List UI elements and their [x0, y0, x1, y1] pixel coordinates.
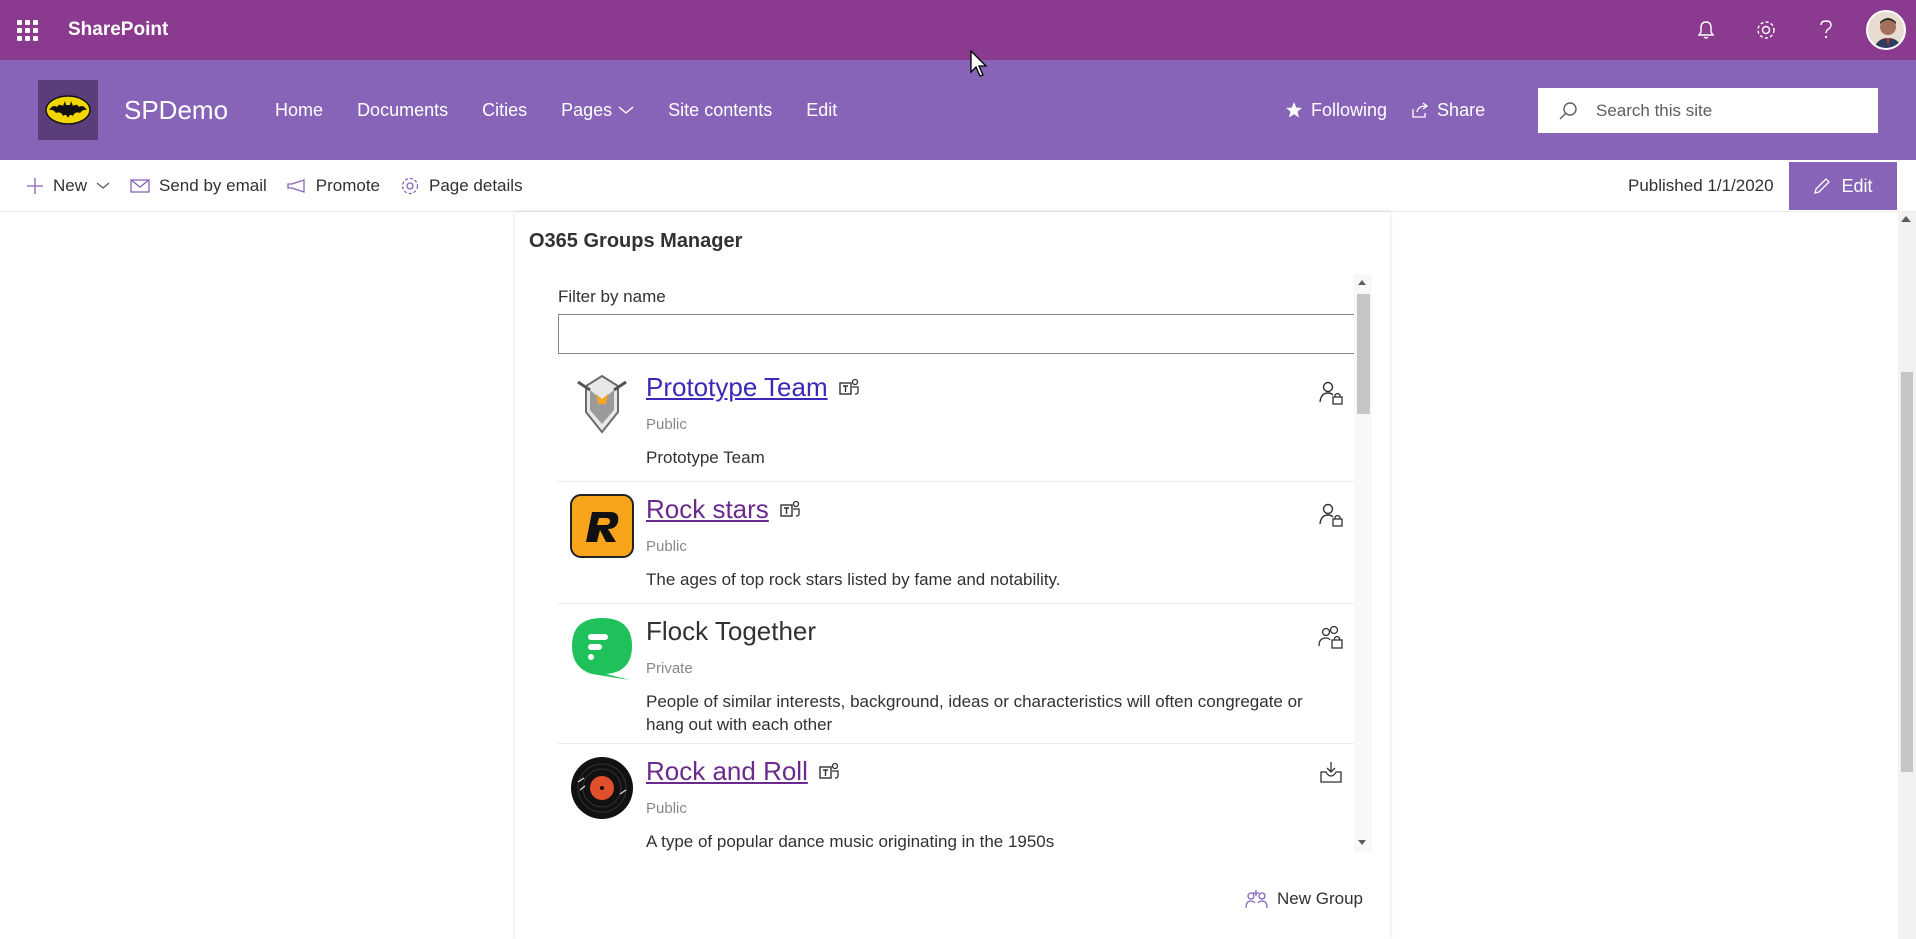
- site-header: SPDemo Home Documents Cities Pages Site …: [0, 60, 1916, 160]
- teams-icon: [780, 500, 800, 517]
- filter-label: Filter by name: [558, 287, 666, 306]
- list-scrollbar[interactable]: [1354, 274, 1372, 852]
- following-label: Following: [1311, 99, 1388, 120]
- site-search-box[interactable]: [1538, 88, 1878, 133]
- group-logo: [570, 494, 634, 558]
- megaphone-icon: [287, 178, 305, 193]
- group-logo: [572, 618, 632, 680]
- nav-edit[interactable]: Edit: [789, 100, 854, 121]
- group-description: A type of popular dance music originatin…: [646, 832, 1055, 851]
- following-button[interactable]: Following: [1285, 100, 1387, 121]
- group-privacy: Public: [646, 800, 687, 817]
- people-lock-icon[interactable]: [1318, 624, 1344, 650]
- groups-manager-webpart: O365 Groups Manager Filter by name Proto…: [515, 212, 1390, 939]
- published-status: Published 1/1/2020: [1628, 176, 1774, 195]
- pencil-icon: [1814, 178, 1831, 194]
- group-description: People of similar interests, background,…: [646, 692, 1303, 734]
- filter-input[interactable]: [558, 314, 1358, 354]
- suite-bar: SharePoint: [0, 0, 1916, 60]
- mail-icon: [130, 178, 150, 193]
- scroll-down-arrow[interactable]: [1358, 840, 1366, 845]
- group-privacy: Public: [646, 416, 687, 433]
- group-name: Prototype Team: [646, 372, 860, 403]
- group-name: Rock and Roll: [646, 756, 840, 787]
- help-icon[interactable]: [1796, 0, 1856, 60]
- group-link[interactable]: Rock stars: [646, 494, 769, 525]
- teams-icon: [838, 378, 859, 395]
- user-avatar[interactable]: [1866, 10, 1906, 50]
- group-description: Prototype Team: [646, 448, 765, 467]
- group-privacy: Private: [646, 660, 693, 677]
- plus-icon: [27, 177, 43, 194]
- send-by-email-button[interactable]: Send by email: [130, 176, 267, 196]
- new-group-button[interactable]: New Group: [1245, 888, 1363, 910]
- group-logo: [577, 374, 627, 434]
- gear-icon: [401, 177, 419, 194]
- chevron-down-icon: [618, 106, 634, 114]
- search-icon: [1559, 101, 1577, 119]
- scroll-up-arrow[interactable]: [1358, 280, 1366, 285]
- group-item: Rock stars Public The ages of top rock s…: [558, 482, 1358, 604]
- site-title[interactable]: SPDemo: [124, 95, 228, 126]
- send-by-email-label: Send by email: [159, 175, 267, 195]
- page-details-label: Page details: [429, 175, 523, 195]
- new-label: New: [53, 175, 88, 195]
- group-link[interactable]: Rock and Roll: [646, 756, 808, 787]
- groups-list-frame: Filter by name Prototype Team Public Pro…: [542, 274, 1375, 852]
- person-lock-icon[interactable]: [1318, 502, 1344, 528]
- gear-icon[interactable]: [1736, 0, 1796, 60]
- group-name: Rock stars: [646, 494, 801, 525]
- nav-cities[interactable]: Cities: [465, 100, 544, 121]
- search-input[interactable]: [1596, 100, 1856, 121]
- share-icon: [1412, 102, 1429, 118]
- group-item: Flock Together Private People of similar…: [558, 604, 1358, 744]
- edit-label: Edit: [1841, 175, 1873, 196]
- group-item: Rock and Roll Public A type of popular d…: [558, 744, 1358, 852]
- teams-icon: [819, 762, 839, 779]
- page-details-button[interactable]: Page details: [400, 176, 523, 196]
- group-item: Prototype Team Public Prototype Team: [558, 360, 1358, 482]
- nav-pages[interactable]: Pages: [544, 100, 651, 121]
- promote-button[interactable]: Promote: [287, 176, 380, 196]
- mouse-cursor-icon: [970, 50, 988, 77]
- site-logo[interactable]: [38, 80, 98, 140]
- group-name: Flock Together: [646, 616, 817, 646]
- bell-icon[interactable]: [1676, 0, 1736, 60]
- group-description: The ages of top rock stars listed by fam…: [646, 570, 1061, 589]
- new-group-icon: [1245, 890, 1268, 909]
- page-scrollbar[interactable]: [1898, 212, 1916, 939]
- person-lock-icon[interactable]: [1318, 380, 1344, 406]
- inbox-icon[interactable]: [1318, 760, 1344, 786]
- scroll-up-arrow[interactable]: [1901, 216, 1911, 222]
- nav-home[interactable]: Home: [258, 100, 340, 121]
- site-navigation: Home Documents Cities Pages Site content…: [258, 60, 854, 160]
- app-launcher-icon[interactable]: [0, 0, 54, 60]
- edit-page-button[interactable]: Edit: [1789, 162, 1897, 210]
- share-button[interactable]: Share: [1411, 100, 1485, 121]
- nav-pages-label: Pages: [561, 99, 613, 120]
- star-icon: [1286, 102, 1302, 118]
- new-group-label: New Group: [1277, 889, 1363, 908]
- nav-documents[interactable]: Documents: [340, 100, 465, 121]
- group-logo: [571, 757, 633, 819]
- group-link[interactable]: Prototype Team: [646, 372, 828, 403]
- suite-title[interactable]: SharePoint: [68, 19, 168, 41]
- scrollbar-thumb[interactable]: [1901, 372, 1913, 772]
- command-bar: New Send by email Promote Page details P…: [0, 160, 1916, 212]
- chevron-down-icon: [96, 182, 110, 189]
- group-privacy: Public: [646, 538, 687, 555]
- share-label: Share: [1437, 99, 1486, 120]
- new-button[interactable]: New: [26, 176, 110, 196]
- nav-site-contents[interactable]: Site contents: [651, 100, 789, 121]
- webpart-title: O365 Groups Manager: [529, 230, 743, 252]
- promote-label: Promote: [315, 175, 380, 195]
- scrollbar-thumb[interactable]: [1357, 294, 1370, 414]
